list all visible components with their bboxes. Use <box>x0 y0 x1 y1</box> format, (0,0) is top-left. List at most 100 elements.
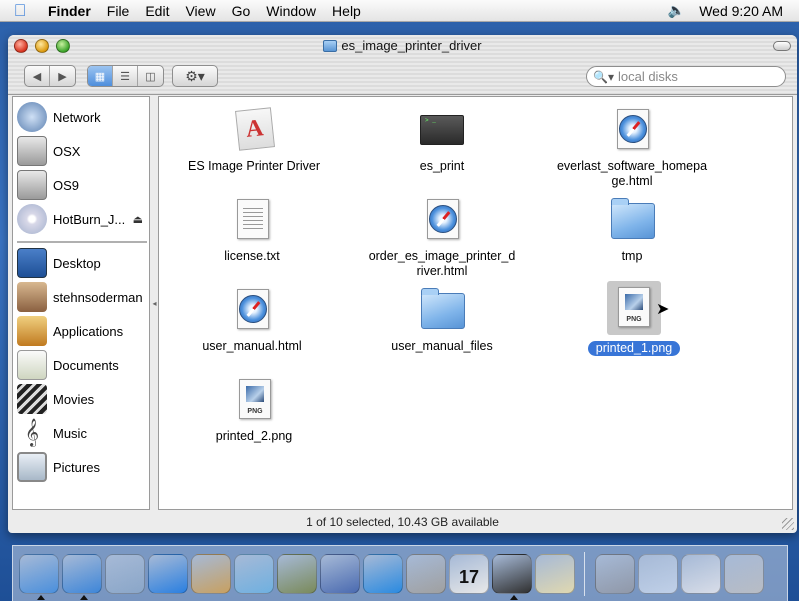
sidebar-item-label: OS9 <box>53 177 80 193</box>
file-name: user_manual_files <box>391 339 493 353</box>
home-icon <box>17 282 47 312</box>
forward-arrow-icon: ▶ <box>58 70 67 83</box>
icon-view-button[interactable]: ▦ <box>88 66 113 86</box>
sidebar-item-home[interactable]: stehnsoderman <box>13 281 149 313</box>
running-indicator-icon <box>80 594 88 600</box>
file-name: ES Image Printer Driver <box>188 159 320 173</box>
sidebar-item-network[interactable]: Network <box>13 101 149 133</box>
file-item[interactable]: order_es_image_printer_d river.html <box>357 197 527 279</box>
sidebar-item-label: Desktop <box>53 255 101 271</box>
back-arrow-icon: ◀ <box>32 70 42 83</box>
menu-edit[interactable]: Edit <box>137 3 177 19</box>
sidebar-item-label: Movies <box>53 391 95 407</box>
menu-window[interactable]: Window <box>258 3 324 19</box>
sidebar-item-label: Network <box>53 109 101 125</box>
ical-icon[interactable]: 17 <box>449 553 489 594</box>
menu-go[interactable]: Go <box>224 3 259 19</box>
sidebar: Network OSX OS9 HotBurn_J... ⏏ Desktop s… <box>12 96 150 510</box>
hard-drive-icon <box>17 170 47 200</box>
file-item[interactable]: tmp <box>547 197 717 264</box>
dock-separator <box>584 551 585 596</box>
action-menu-button[interactable]: ⚙▾ <box>172 65 218 87</box>
file-name: tmp <box>621 249 643 263</box>
sidebar-item-movies[interactable]: Movies <box>13 383 149 415</box>
sidebar-item-label: OSX <box>53 143 81 159</box>
apple-menu-icon[interactable]:  <box>0 1 40 21</box>
hard-drive-icon <box>17 136 47 166</box>
menu-help[interactable]: Help <box>324 3 369 19</box>
mail-icon[interactable] <box>105 553 145 594</box>
system-preferences-icon[interactable] <box>406 553 446 594</box>
file-item[interactable]: everlast_software_homepa ge.html <box>547 107 717 189</box>
folder-icon <box>611 198 655 239</box>
itunes-icon[interactable] <box>234 553 274 594</box>
sidebar-divider <box>17 241 147 243</box>
minimized-window-icon[interactable] <box>681 553 721 594</box>
ical-day: 17 <box>458 566 480 587</box>
eject-icon[interactable]: ⏏ <box>133 213 143 226</box>
column-view-button[interactable]: ◫ <box>138 66 163 86</box>
toolbar-toggle-button[interactable] <box>773 41 791 51</box>
textedit-icon[interactable] <box>535 553 575 594</box>
resize-grip-icon[interactable] <box>782 518 794 530</box>
file-name: everlast_software_homepa ge.html <box>557 159 707 189</box>
sidebar-item-label: stehnsoderman <box>53 289 143 305</box>
forward-button[interactable]: ▶ <box>50 66 75 86</box>
terminal-icon[interactable] <box>492 553 532 600</box>
title-bar[interactable]: es_image_printer_driver ◀ ▶ ▦ ☰ ◫ ⚙▾ 🔍▾ … <box>8 35 797 95</box>
list-view-button[interactable]: ☰ <box>113 66 138 86</box>
file-item[interactable]: user_manual_files <box>357 287 527 354</box>
imovie-icon[interactable] <box>320 553 360 594</box>
list-view-icon: ☰ <box>120 70 130 83</box>
gear-icon: ⚙▾ <box>185 67 205 84</box>
back-button[interactable]: ◀ <box>25 66 50 86</box>
column-view-icon: ◫ <box>145 70 156 83</box>
sidebar-item-desktop[interactable]: Desktop <box>13 247 149 279</box>
cd-disc-icon <box>17 204 47 234</box>
sidebar-item-pictures[interactable]: Pictures <box>13 451 149 483</box>
file-item[interactable]: license.txt <box>167 197 337 264</box>
view-mode-control: ▦ ☰ ◫ <box>87 65 164 87</box>
address-book-icon[interactable] <box>191 553 231 594</box>
iphoto-icon[interactable] <box>277 553 317 594</box>
file-item[interactable]: PNG printed_2.png <box>169 377 339 444</box>
applications-icon <box>17 316 47 346</box>
file-name: user_manual.html <box>202 339 302 353</box>
menu-view[interactable]: View <box>177 3 223 19</box>
menu-finder[interactable]: Finder <box>40 3 99 19</box>
file-item[interactable]: es_print <box>357 107 527 174</box>
sidebar-item-documents[interactable]: Documents <box>13 349 149 381</box>
menu-file[interactable]: File <box>99 3 138 19</box>
text-document-icon <box>243 208 263 232</box>
finder-icon[interactable] <box>19 553 59 600</box>
file-name: printed_2.png <box>215 429 293 443</box>
ichat-icon[interactable] <box>148 553 188 594</box>
sidebar-item-applications[interactable]: Applications <box>13 315 149 347</box>
running-indicator-icon <box>510 594 518 600</box>
minimized-window-icon[interactable] <box>638 553 678 594</box>
search-field[interactable]: 🔍▾ local disks <box>586 66 786 87</box>
trash-icon[interactable] <box>724 553 764 594</box>
file-item-selected[interactable]: PNG printed_1.png <box>549 281 719 356</box>
running-indicator-icon <box>37 594 45 600</box>
quicktime-icon[interactable] <box>363 553 403 594</box>
file-item[interactable]: ES Image Printer Driver <box>169 107 339 174</box>
sidebar-item-music[interactable]: 𝄞 Music <box>13 417 149 449</box>
volume-icon[interactable]: 🔈 <box>668 2 685 19</box>
documents-icon <box>17 350 47 380</box>
menubar-clock[interactable]: Wed 9:20 AM <box>699 3 783 19</box>
file-name-line: ge.html <box>611 174 653 188</box>
sidebar-item-osx[interactable]: OSX <box>13 135 149 167</box>
internet-connect-icon[interactable] <box>595 553 635 594</box>
file-item[interactable]: user_manual.html <box>167 287 337 354</box>
safari-icon[interactable] <box>62 553 102 600</box>
sidebar-item-hotburn[interactable]: HotBurn_J... ⏏ <box>13 203 149 235</box>
network-globe-icon <box>17 102 47 132</box>
mouse-cursor-icon: ➤ <box>656 301 670 318</box>
sidebar-item-os9[interactable]: OS9 <box>13 169 149 201</box>
safari-html-icon <box>429 205 457 233</box>
sidebar-resize-handle[interactable]: ◂ <box>151 96 158 510</box>
file-name-line: everlast_software_homepa <box>556 159 708 173</box>
status-bar: 1 of 10 selected, 10.43 GB available <box>306 515 499 529</box>
finder-window: es_image_printer_driver ◀ ▶ ▦ ☰ ◫ ⚙▾ 🔍▾ … <box>8 35 797 533</box>
